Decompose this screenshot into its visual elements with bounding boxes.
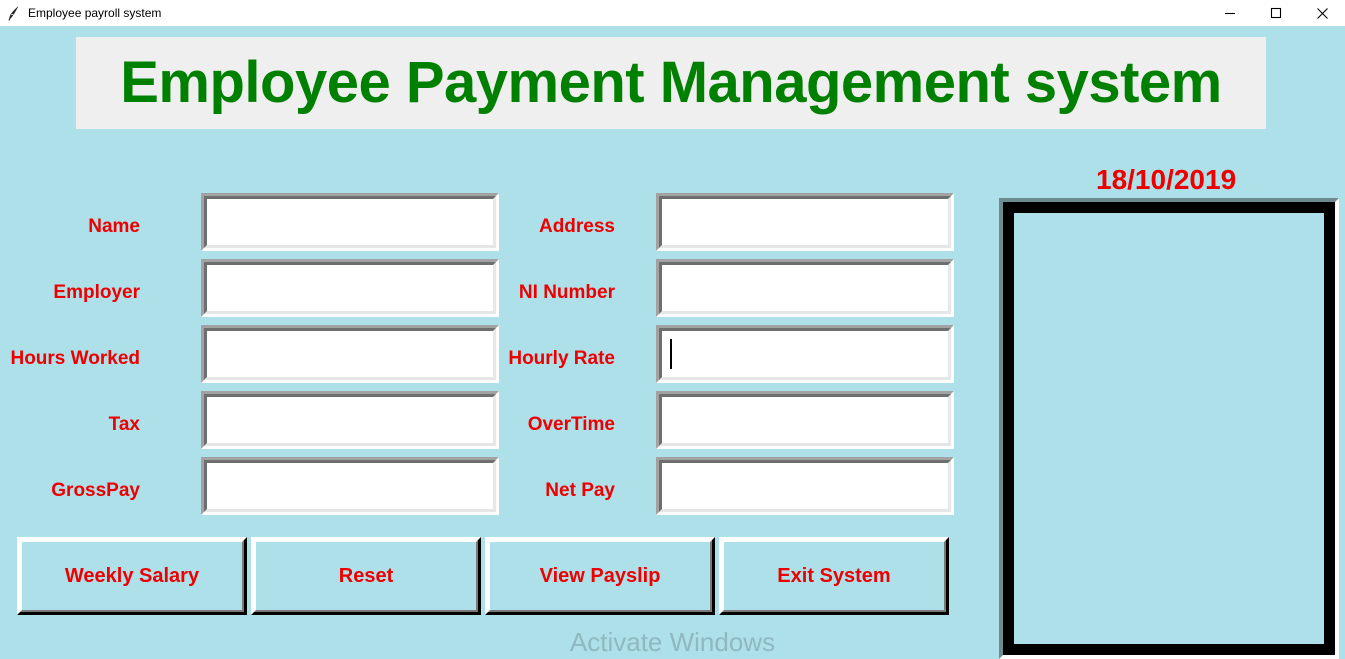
- reset-button[interactable]: Reset: [251, 537, 481, 615]
- python-feather-icon: [0, 0, 26, 26]
- input-overtime[interactable]: [656, 391, 954, 449]
- payslip-output-text: [1014, 213, 1324, 644]
- input-grosspay-inner: [204, 460, 496, 512]
- input-net-pay[interactable]: [656, 457, 954, 515]
- view-payslip-button-label: View Payslip: [539, 564, 661, 587]
- label-address: Address: [538, 216, 615, 237]
- input-net-pay-inner: [659, 460, 951, 512]
- input-overtime-inner: [659, 394, 951, 446]
- exit-system-button-label: Exit System: [777, 564, 891, 587]
- exit-system-button[interactable]: Exit System: [719, 537, 949, 615]
- label-hours-worked: Hours Worked: [10, 348, 140, 369]
- input-hours-worked-inner: [204, 328, 496, 380]
- close-icon[interactable]: [1299, 0, 1345, 26]
- minimize-icon[interactable]: [1207, 0, 1253, 26]
- reset-button-inner: Reset: [254, 540, 478, 612]
- client-area: Employee Payment Management system Name …: [0, 28, 1345, 659]
- page-title: Employee Payment Management system: [120, 50, 1222, 115]
- weekly-salary-button-label: Weekly Salary: [64, 564, 200, 587]
- heading-banner: Employee Payment Management system: [76, 37, 1266, 129]
- input-ni-number-inner: [659, 262, 951, 314]
- label-name: Name: [88, 216, 140, 237]
- label-tax: Tax: [108, 414, 140, 435]
- application-window: Employee payroll system Employee Payment…: [0, 0, 1345, 659]
- input-employer-inner: [204, 262, 496, 314]
- label-net-pay: Net Pay: [545, 480, 615, 501]
- label-ni-number: NI Number: [518, 282, 615, 303]
- input-hourly-rate[interactable]: [656, 325, 954, 383]
- payslip-output-panel[interactable]: [999, 198, 1339, 659]
- label-overtime: OverTime: [527, 414, 615, 435]
- view-payslip-button[interactable]: View Payslip: [485, 537, 715, 615]
- label-grosspay: GrossPay: [51, 480, 140, 501]
- label-employer: Employer: [53, 282, 140, 303]
- input-address[interactable]: [656, 193, 954, 251]
- text-caret: [670, 339, 672, 369]
- current-date: 18/10/2019: [1096, 164, 1237, 195]
- reset-button-label: Reset: [338, 564, 394, 587]
- input-tax-inner: [204, 394, 496, 446]
- exit-system-button-inner: Exit System: [722, 540, 946, 612]
- payslip-output-inner: [1003, 202, 1335, 655]
- weekly-salary-button-inner: Weekly Salary: [20, 540, 244, 612]
- label-hourly-rate: Hourly Rate: [508, 348, 615, 369]
- input-hourly-rate-inner: [659, 328, 951, 380]
- weekly-salary-button[interactable]: Weekly Salary: [17, 537, 247, 615]
- input-address-inner: [659, 196, 951, 248]
- maximize-icon[interactable]: [1253, 0, 1299, 26]
- view-payslip-button-inner: View Payslip: [488, 540, 712, 612]
- input-name-inner: [204, 196, 496, 248]
- window-title: Employee payroll system: [28, 6, 162, 20]
- title-bar: Employee payroll system: [0, 0, 1345, 26]
- input-ni-number[interactable]: [656, 259, 954, 317]
